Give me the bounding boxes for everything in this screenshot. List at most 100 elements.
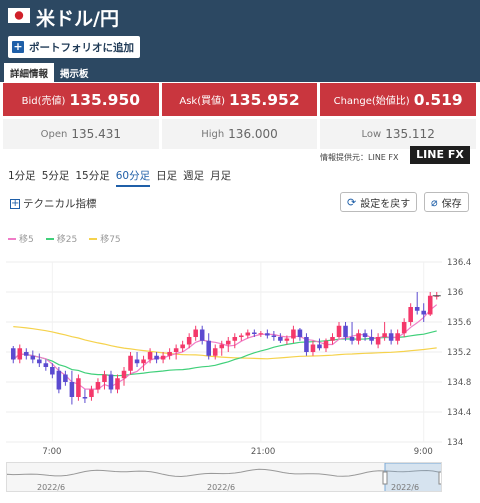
navigator-date-label: 2022/6 bbox=[207, 483, 235, 492]
candle-body bbox=[69, 382, 75, 397]
legend-ma25: 移25 bbox=[45, 232, 78, 245]
candle-body bbox=[82, 397, 88, 399]
candle-body bbox=[115, 378, 120, 390]
candle-body bbox=[121, 370, 127, 379]
candle-body bbox=[147, 352, 153, 360]
candle-body bbox=[330, 337, 335, 341]
period-monthly[interactable]: 月足 bbox=[210, 168, 231, 187]
candle-body bbox=[212, 348, 218, 356]
candle-body bbox=[421, 310, 426, 315]
save-button[interactable]: ⌀ 保存 bbox=[424, 192, 469, 212]
period-5min[interactable]: 5分足 bbox=[42, 168, 70, 187]
add-portfolio-button[interactable]: + ポートフォリオに追加 bbox=[8, 36, 140, 58]
paperclip-icon: ⌀ bbox=[431, 195, 438, 209]
y-tick-label: 136.4 bbox=[447, 258, 471, 268]
low-label: Low bbox=[361, 128, 382, 140]
change-label: Change(始値比) bbox=[333, 96, 410, 107]
period-1min[interactable]: 1分足 bbox=[8, 168, 36, 187]
candle-body bbox=[395, 333, 400, 341]
chart-navigator[interactable]: 2022/6 2022/6 2022/6 bbox=[6, 462, 442, 492]
change-quote: Change(始値比) 0.519 bbox=[320, 83, 476, 116]
navigator-date-label: 2022/6 bbox=[37, 483, 65, 492]
line-fx-logo[interactable]: LINE FX bbox=[410, 146, 470, 164]
period-60min[interactable]: 60分足 bbox=[115, 168, 151, 187]
technical-indicator-button[interactable]: + テクニカル指標 bbox=[10, 196, 97, 211]
refresh-icon: ⟳ bbox=[347, 195, 357, 209]
candle-body bbox=[30, 355, 36, 360]
navigator-handle-left[interactable] bbox=[382, 471, 388, 485]
navigator-series bbox=[7, 468, 440, 478]
x-tick-label: 9:00 bbox=[414, 447, 433, 457]
candle-body bbox=[245, 332, 251, 336]
reset-settings-button[interactable]: ⟳ 設定を戻す bbox=[340, 192, 418, 212]
candle-body bbox=[291, 329, 296, 339]
legend-ma75: 移75 bbox=[89, 232, 121, 245]
high-value: 136.000 bbox=[228, 127, 278, 141]
period-15min[interactable]: 15分足 bbox=[75, 168, 109, 187]
price-chart[interactable]: 136.4 136 135.6 135.2 134.8 134.4 134 7:00 21:00… bbox=[0, 248, 480, 462]
candle-body bbox=[310, 344, 316, 352]
candle-body bbox=[56, 370, 62, 390]
y-tick-label: 135.6 bbox=[447, 318, 471, 328]
candle-body bbox=[252, 332, 257, 334]
candle-body bbox=[50, 367, 55, 375]
period-weekly[interactable]: 週足 bbox=[183, 168, 204, 187]
open-value: 135.431 bbox=[71, 127, 121, 141]
candle-body bbox=[37, 359, 42, 364]
low-value: 135.112 bbox=[385, 127, 435, 141]
tab-bar: 詳細情報 掲示板 bbox=[4, 63, 95, 82]
japan-flag-icon bbox=[8, 8, 30, 23]
candle-body bbox=[173, 348, 179, 352]
ma5-swatch bbox=[8, 237, 16, 240]
y-tick-label: 134.4 bbox=[447, 408, 471, 418]
ma25-swatch bbox=[45, 237, 54, 240]
candle-body bbox=[17, 348, 23, 360]
candle-body bbox=[24, 352, 29, 356]
y-tick-label: 134 bbox=[447, 438, 463, 448]
quote-panel: Bid(売値) 135.950 Ask(買値) 135.952 Change(始… bbox=[3, 83, 476, 149]
navigator-handle-right[interactable] bbox=[438, 471, 442, 485]
candle-body bbox=[186, 337, 192, 345]
legend-ma5: 移5 bbox=[8, 232, 34, 245]
ask-value: 135.952 bbox=[229, 90, 300, 109]
ask-quote: Ask(買値) 135.952 bbox=[161, 83, 318, 116]
candle-body bbox=[382, 333, 387, 337]
candle-body bbox=[304, 337, 309, 352]
ask-label: Ask(買値) bbox=[179, 96, 226, 107]
candle-body bbox=[375, 337, 381, 345]
legend-ma75-label: 移75 bbox=[100, 235, 121, 245]
candle-body bbox=[102, 374, 107, 382]
high-label: High bbox=[201, 128, 225, 140]
candle-body bbox=[134, 359, 140, 364]
chart-legend: 移5 移25 移75 bbox=[8, 232, 133, 245]
legend-ma25-label: 移25 bbox=[56, 235, 78, 245]
ma75-swatch bbox=[89, 237, 98, 240]
candle-body bbox=[336, 325, 342, 337]
candle-body bbox=[401, 322, 407, 334]
period-daily[interactable]: 日足 bbox=[156, 168, 177, 187]
candle-body bbox=[141, 359, 146, 364]
tab-details[interactable]: 詳細情報 bbox=[4, 63, 55, 82]
candle-body bbox=[369, 337, 374, 341]
bid-value: 135.950 bbox=[69, 90, 141, 109]
candle-body bbox=[95, 382, 101, 390]
open-label: Open bbox=[40, 128, 68, 140]
high-quote: High 136.000 bbox=[161, 119, 318, 149]
add-portfolio-label: ポートフォリオに追加 bbox=[29, 41, 134, 54]
candle-body bbox=[427, 295, 433, 315]
candle-body bbox=[128, 355, 133, 371]
candle-body bbox=[349, 337, 355, 341]
candle-body bbox=[362, 333, 368, 337]
candle-body bbox=[278, 337, 283, 341]
low-quote: Low 135.112 bbox=[320, 119, 476, 149]
header: 米ドル/円 + ポートフォリオに追加 詳細情報 掲示板 bbox=[0, 0, 480, 82]
candle-body bbox=[167, 352, 172, 356]
candle-body bbox=[63, 374, 68, 382]
candle-body bbox=[323, 340, 329, 349]
y-tick-label: 135.2 bbox=[447, 348, 471, 358]
candle-body bbox=[343, 325, 348, 337]
ma75-line bbox=[13, 326, 437, 360]
reset-settings-label: 設定を戻す bbox=[360, 198, 411, 210]
candle-body bbox=[225, 340, 231, 345]
tab-board[interactable]: 掲示板 bbox=[54, 63, 95, 82]
